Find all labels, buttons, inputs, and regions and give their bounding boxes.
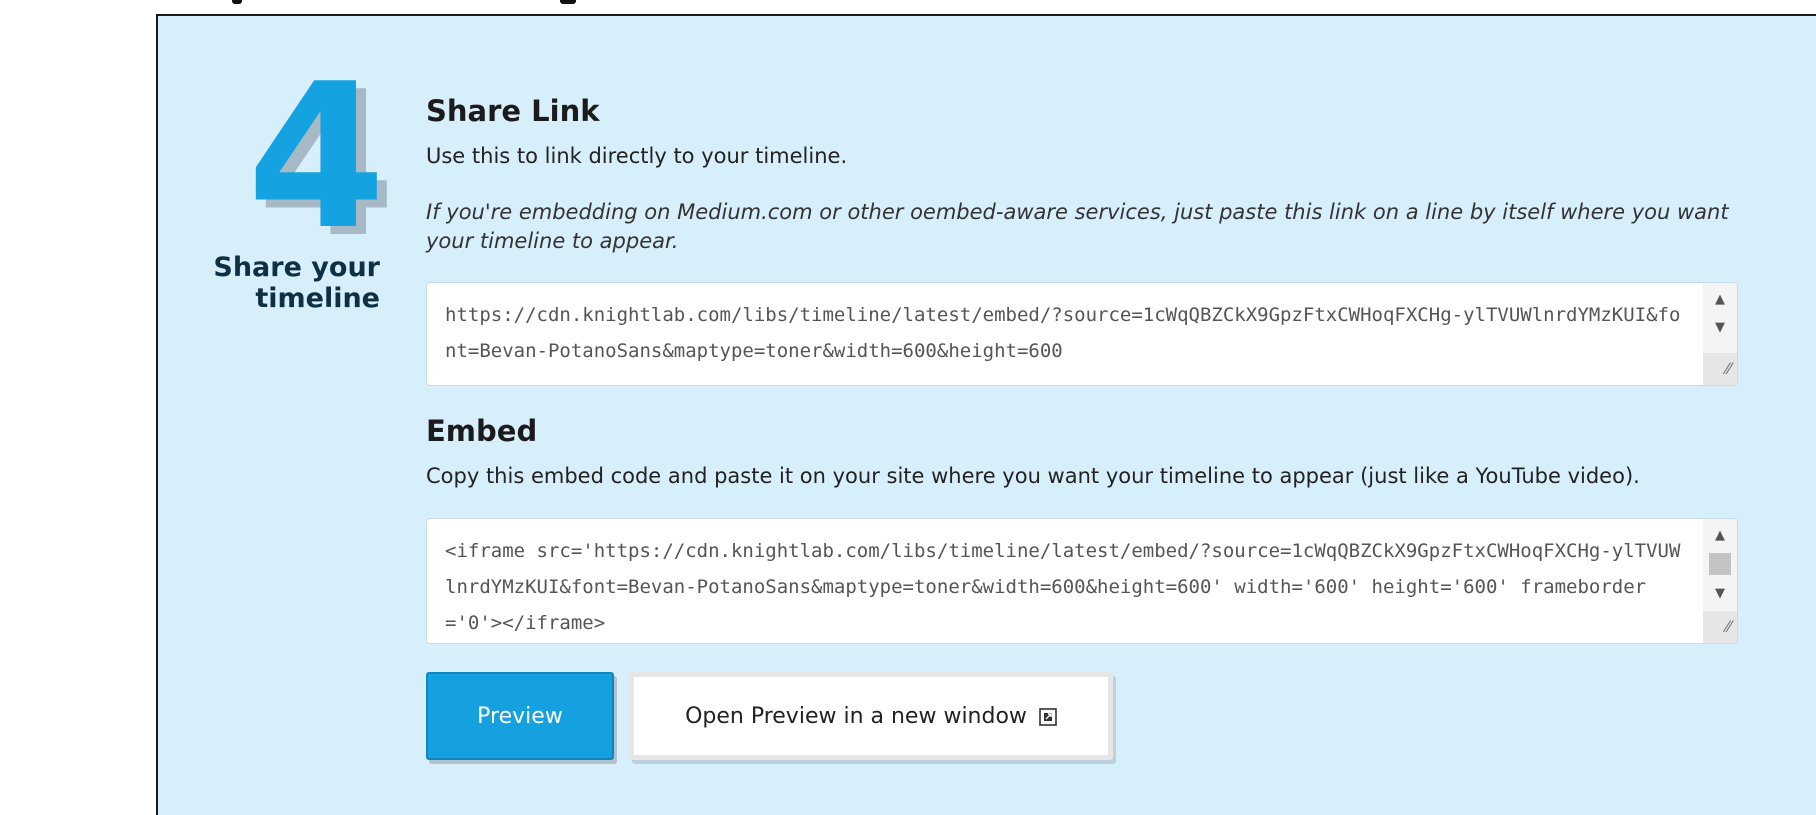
share-step-panel: 4 Share your timeline Share Link Use thi… [156,14,1816,815]
embed-description: Copy this embed code and paste it on you… [426,464,1640,488]
share-link-url: https://cdn.knightlab.com/libs/timeline/… [445,304,1681,362]
resize-grip-icon[interactable]: ⁄⁄ [1703,353,1737,385]
embed-code-textarea[interactable]: <iframe src='https://cdn.knightlab.com/l… [426,518,1738,644]
step-indicator: 4 Share your timeline [158,16,386,416]
preview-button-label: Preview [477,703,563,729]
cropped-heading-remnant [230,0,610,10]
open-preview-button-label: Open Preview in a new window [685,703,1027,729]
share-link-note: If you're embedding on Medium.com or oth… [426,200,1729,253]
share-link-scrollbar[interactable]: ▲ ▼ ⁄⁄ [1703,283,1737,385]
scroll-up-icon[interactable]: ▲ [1703,525,1737,547]
scroll-down-icon[interactable]: ▼ [1703,583,1737,605]
share-link-description: Use this to link directly to your timeli… [426,144,848,168]
step-title-line-2: timeline [255,283,380,314]
resize-grip-icon[interactable]: ⁄⁄ [1703,611,1737,643]
open-preview-new-window-button[interactable]: Open Preview in a new window [629,672,1113,760]
scroll-up-icon[interactable]: ▲ [1703,289,1737,311]
embed-code: <iframe src='https://cdn.knightlab.com/l… [445,540,1681,634]
page: 4 Share your timeline Share Link Use thi… [0,0,1816,815]
embed-heading: Embed [426,414,538,448]
step-number: 4 [246,41,386,274]
step-title: Share your timeline [160,252,380,314]
scroll-thumb[interactable] [1709,553,1731,575]
scroll-down-icon[interactable]: ▼ [1703,317,1737,339]
external-link-icon [1039,707,1057,726]
share-link-heading: Share Link [426,94,600,128]
preview-button[interactable]: Preview [426,672,614,760]
step-title-line-1: Share your [213,252,380,283]
share-link-textarea[interactable]: https://cdn.knightlab.com/libs/timeline/… [426,282,1738,386]
embed-code-scrollbar[interactable]: ▲ ▼ ⁄⁄ [1703,519,1737,643]
